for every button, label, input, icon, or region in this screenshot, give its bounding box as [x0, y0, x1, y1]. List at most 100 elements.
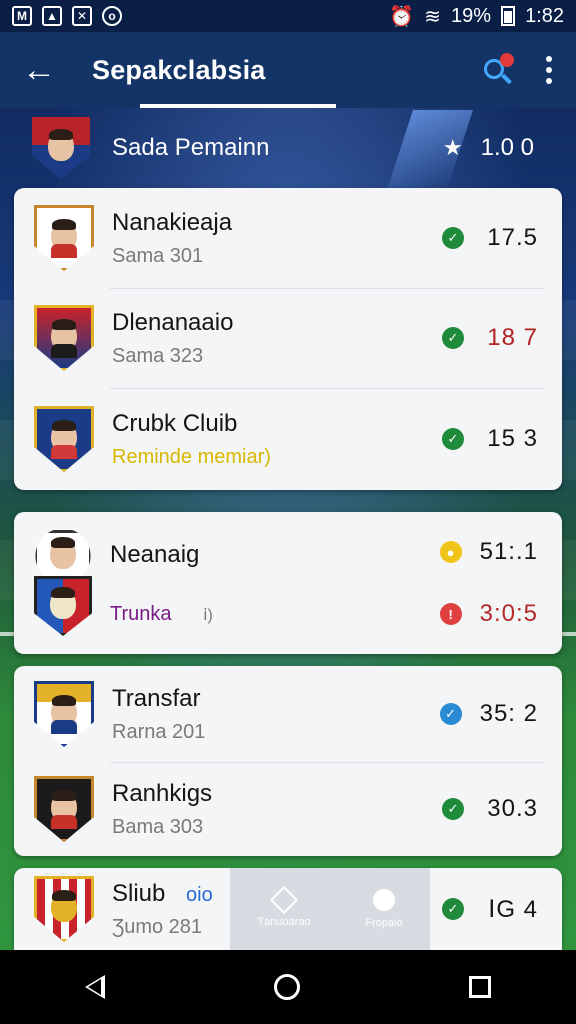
player-texts: Sliub oio Ʒumo 281 [112, 880, 213, 939]
list-item[interactable]: Transfar Rarna 201 ✓ 35: 2 [14, 666, 562, 762]
club-crest [34, 576, 92, 636]
nav-label: Ƭanuoarao [257, 916, 311, 928]
player-subtitle: Sama 301 [112, 244, 204, 267]
club-crest [34, 406, 94, 472]
header-player-row[interactable]: Sada Pemainn ★ 1.0 0 [0, 108, 576, 188]
nav-item-secondary[interactable]: Fropaio [365, 889, 403, 929]
check-badge-icon: ✓ [442, 898, 464, 920]
player-shirt [51, 815, 77, 829]
club-crest [34, 776, 94, 842]
cancel-icon: ✕ [72, 6, 92, 26]
player-texts: Neanaig Trunka ⅰ) [110, 541, 213, 626]
status-right-icons: ⏰ ≋ 19% 1:82 [389, 4, 564, 29]
player-score: 15 3 [487, 425, 538, 452]
back-icon[interactable] [84, 975, 105, 999]
list-item[interactable]: Nanakieaja Sama 301 ✓ 17.5 [14, 188, 562, 288]
player-subtitle-extra: ⅰ) [203, 606, 213, 624]
list-item[interactable]: Dlenanaaio Sama 323 ✓ 18 7 [14, 288, 562, 388]
nav-item-primary[interactable]: Ƭanuoarao [257, 885, 311, 928]
header-score: 1.0 0 [480, 134, 534, 161]
nav-label: Fropaio [365, 917, 403, 929]
status-left-icons: M ▲ ✕ o [12, 6, 122, 26]
bottom-nav-overlay: Ƭanuoarao Fropaio [230, 868, 430, 950]
player-score: 35: 2 [479, 700, 538, 727]
player-score: 30.3 [487, 795, 538, 822]
system-nav-bar [0, 950, 576, 1024]
player-score-secondary: 3:0:5 [479, 600, 538, 627]
player-subtitle: Rarna 201 [112, 720, 206, 743]
player-shirt [51, 445, 77, 459]
player-subtitle: Bama 303 [112, 815, 204, 838]
image-icon: ▲ [42, 6, 62, 26]
star-icon[interactable]: ★ [443, 135, 463, 161]
club-crest [32, 117, 90, 179]
score-column: ● 51:.1 ! 3:0:5 [439, 538, 538, 628]
gear-icon [372, 889, 395, 911]
header-score-group: ★ 1.0 0 [443, 134, 534, 162]
player-name-row: Sliub oio [112, 880, 213, 908]
club-crest [34, 305, 94, 371]
player-card-group: Nanakieaja Sama 301 ✓ 17.5 Dlenanaaio Sa… [14, 188, 562, 490]
player-shirt [51, 244, 77, 258]
more-dot [546, 78, 552, 84]
score-group: ✓ 15 3 [442, 425, 538, 453]
header-player-name: Sada Pemainn [112, 134, 270, 161]
info-badge-icon: ✓ [439, 703, 462, 725]
coin-badge-icon: ● [439, 541, 462, 563]
player-tag: oio [186, 883, 213, 906]
player-name: Neanaig [110, 540, 200, 568]
search-button[interactable] [480, 53, 514, 87]
check-badge-icon: ✓ [442, 327, 464, 349]
list-item[interactable]: Crubk Cluib Reminde memiar) ✓ 15 3 [14, 388, 562, 490]
player-subtitle: Sama 323 [112, 344, 204, 367]
player-score: 17.5 [487, 224, 538, 251]
more-options-icon[interactable] [544, 56, 554, 84]
more-dot [546, 56, 552, 62]
player-texts: Nanakieaja Sama 301 [112, 209, 232, 268]
player-score: ⅠG 4 [488, 895, 538, 923]
alert-badge-icon: ! [439, 603, 462, 625]
score-group: ● 51:.1 [439, 538, 538, 566]
wifi-icon: ≋ [424, 5, 442, 28]
player-subtitle-text: Trunka [110, 602, 172, 625]
player-score: 18 7 [487, 324, 538, 351]
player-subtitle: Trunka ⅰ) [110, 603, 213, 626]
player-name: Ranhkigs [112, 779, 213, 807]
back-arrow-icon[interactable]: ← [22, 53, 62, 87]
player-face [50, 537, 76, 569]
battery-percent: 19% [451, 4, 492, 27]
mail-icon: M [12, 6, 32, 26]
search-icon-handle [501, 73, 512, 85]
status-bar: M ▲ ✕ o ⏰ ≋ 19% 1:82 [0, 0, 576, 32]
home-icon[interactable] [273, 974, 300, 1000]
score-group: ✓ ⅠG 4 [442, 895, 538, 924]
crest-stack [34, 530, 92, 636]
player-name: Sliub [112, 879, 166, 907]
check-badge-icon: ✓ [442, 227, 464, 249]
player-texts: Ranhkigs Bama 303 [112, 780, 212, 839]
app-bar-actions [480, 53, 554, 87]
check-badge-icon: ✓ [442, 428, 464, 450]
crest-figure [50, 587, 76, 619]
list-item[interactable]: Neanaig Trunka ⅰ) ● 51:.1 ! 3:0:5 [14, 512, 562, 654]
player-name: Transfar [112, 684, 201, 712]
diamond-icon [269, 885, 299, 915]
score-group-secondary: ! 3:0:5 [439, 600, 538, 628]
player-face [48, 129, 74, 161]
player-shirt [51, 344, 77, 358]
player-subtitle: Reminde memiar) [112, 445, 271, 468]
recents-icon[interactable] [469, 976, 492, 998]
player-name: Dlenanaaio [112, 308, 234, 336]
app-bar: ← Sepakclabsia [0, 32, 576, 108]
alarm-icon: ⏰ [389, 5, 415, 28]
score-group: ✓ 30.3 [442, 795, 538, 823]
list-item[interactable]: Ranhkigs Bama 303 ✓ 30.3 [14, 762, 562, 856]
club-crest [34, 681, 94, 747]
player-name: Crubk Cluib [112, 409, 238, 437]
player-score: 51:.1 [479, 538, 538, 565]
more-dot [546, 67, 552, 73]
score-group: ✓ 17.5 [442, 224, 538, 252]
page-title: Sepakclabsia [92, 54, 266, 85]
circle-icon: o [102, 6, 122, 26]
player-subtitle: Ʒumo 281 [112, 915, 203, 938]
